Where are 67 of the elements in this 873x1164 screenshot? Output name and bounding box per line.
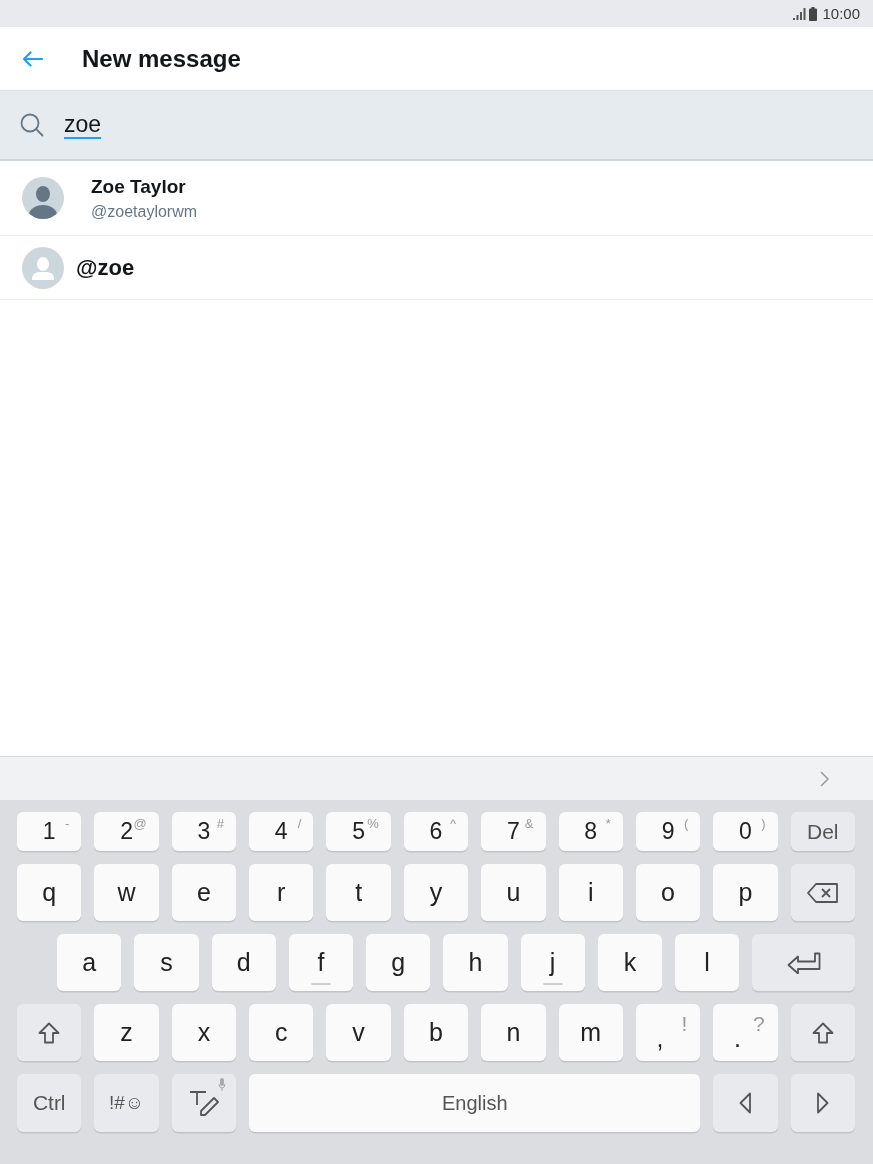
contact-handle: @zoetaylorwm xyxy=(91,202,198,221)
status-time: 10:00 xyxy=(822,5,860,22)
keyboard-key[interactable]: h xyxy=(443,934,508,991)
keyboard-key[interactable]: . ? xyxy=(713,1004,778,1061)
keyboard-key[interactable]: u xyxy=(481,864,546,921)
keyboard-key[interactable]: k xyxy=(597,934,662,991)
right-arrow-icon xyxy=(816,1092,829,1114)
keyboard-key[interactable]: 3 # xyxy=(171,812,237,851)
handle-suggestion: @zoe xyxy=(76,254,135,281)
keyboard-key[interactable]: z xyxy=(94,1004,159,1061)
ctrl-key[interactable]: Ctrl xyxy=(17,1074,82,1132)
enter-icon xyxy=(786,951,821,974)
keyboard-key[interactable]: d xyxy=(211,934,276,991)
search-field[interactable]: zoe xyxy=(0,91,873,161)
keyboard-key[interactable]: 4 / xyxy=(249,812,314,851)
keyboard-key[interactable]: n xyxy=(481,1004,546,1061)
page-title: New message xyxy=(82,44,241,73)
keyboard-key[interactable]: , ! xyxy=(635,1004,701,1061)
back-arrow-icon[interactable] xyxy=(22,50,43,67)
shift-key[interactable] xyxy=(17,1004,82,1061)
battery-icon xyxy=(809,6,818,21)
keyboard-key[interactable]: w xyxy=(94,864,159,921)
delete-key[interactable]: Del xyxy=(790,812,855,851)
keyboard-key[interactable]: b xyxy=(403,1004,469,1061)
keyboard-key[interactable]: x xyxy=(171,1004,237,1061)
avatar-icon xyxy=(22,177,64,219)
keyboard-key[interactable]: v xyxy=(326,1004,391,1061)
keyboard-key[interactable]: f xyxy=(288,934,353,991)
pen-icon xyxy=(189,1090,220,1116)
backspace-icon xyxy=(807,882,839,903)
keyboard-key[interactable]: m xyxy=(558,1004,623,1061)
keyboard-key[interactable]: s xyxy=(134,934,199,991)
keyboard-key[interactable]: j xyxy=(520,934,585,991)
keyboard-key[interactable]: l xyxy=(675,934,740,991)
keyboard-key[interactable]: 1 - xyxy=(17,812,82,851)
keyboard-key[interactable]: 7 & xyxy=(481,812,546,851)
keyboard-key[interactable]: g xyxy=(366,934,431,991)
keyboard-key[interactable]: c xyxy=(249,1004,314,1061)
keyboard-key[interactable]: 9 ( xyxy=(635,812,701,851)
signal-icon xyxy=(793,7,807,20)
keyboard-key[interactable]: 2@ xyxy=(94,812,159,851)
keyboard-key[interactable]: i xyxy=(558,864,623,921)
keyboard-key[interactable]: 5% xyxy=(326,812,391,851)
keyboard-key[interactable]: y xyxy=(403,864,469,921)
keyboard-key[interactable]: 8 * xyxy=(558,812,623,851)
contact-name: Zoe Taylor xyxy=(91,175,187,198)
microphone-icon xyxy=(218,1078,227,1091)
left-arrow-icon xyxy=(739,1092,752,1114)
keyboard-key[interactable]: 0 ) xyxy=(713,812,778,851)
backspace-key[interactable] xyxy=(790,864,855,921)
search-icon xyxy=(20,113,44,137)
keyboard-key[interactable]: e xyxy=(171,864,237,921)
space-key[interactable]: English xyxy=(249,1074,701,1132)
keyboard-key[interactable]: r xyxy=(249,864,314,921)
keyboard-key[interactable]: p xyxy=(713,864,778,921)
keyboard-key[interactable]: a xyxy=(57,934,122,991)
keyboard-key[interactable]: q xyxy=(17,864,82,921)
shift-key[interactable] xyxy=(790,1004,855,1061)
handwriting-key[interactable] xyxy=(171,1074,237,1132)
shift-icon xyxy=(38,1021,61,1044)
shift-icon xyxy=(811,1021,834,1044)
default-avatar-icon xyxy=(22,246,64,289)
symbols-key[interactable]: !#☺ xyxy=(94,1074,159,1132)
keyboard-key[interactable]: 6 ^ xyxy=(403,812,469,851)
keyboard-key[interactable]: o xyxy=(635,864,701,921)
enter-key[interactable] xyxy=(752,934,856,991)
keyboard-key[interactable]: t xyxy=(326,864,391,921)
